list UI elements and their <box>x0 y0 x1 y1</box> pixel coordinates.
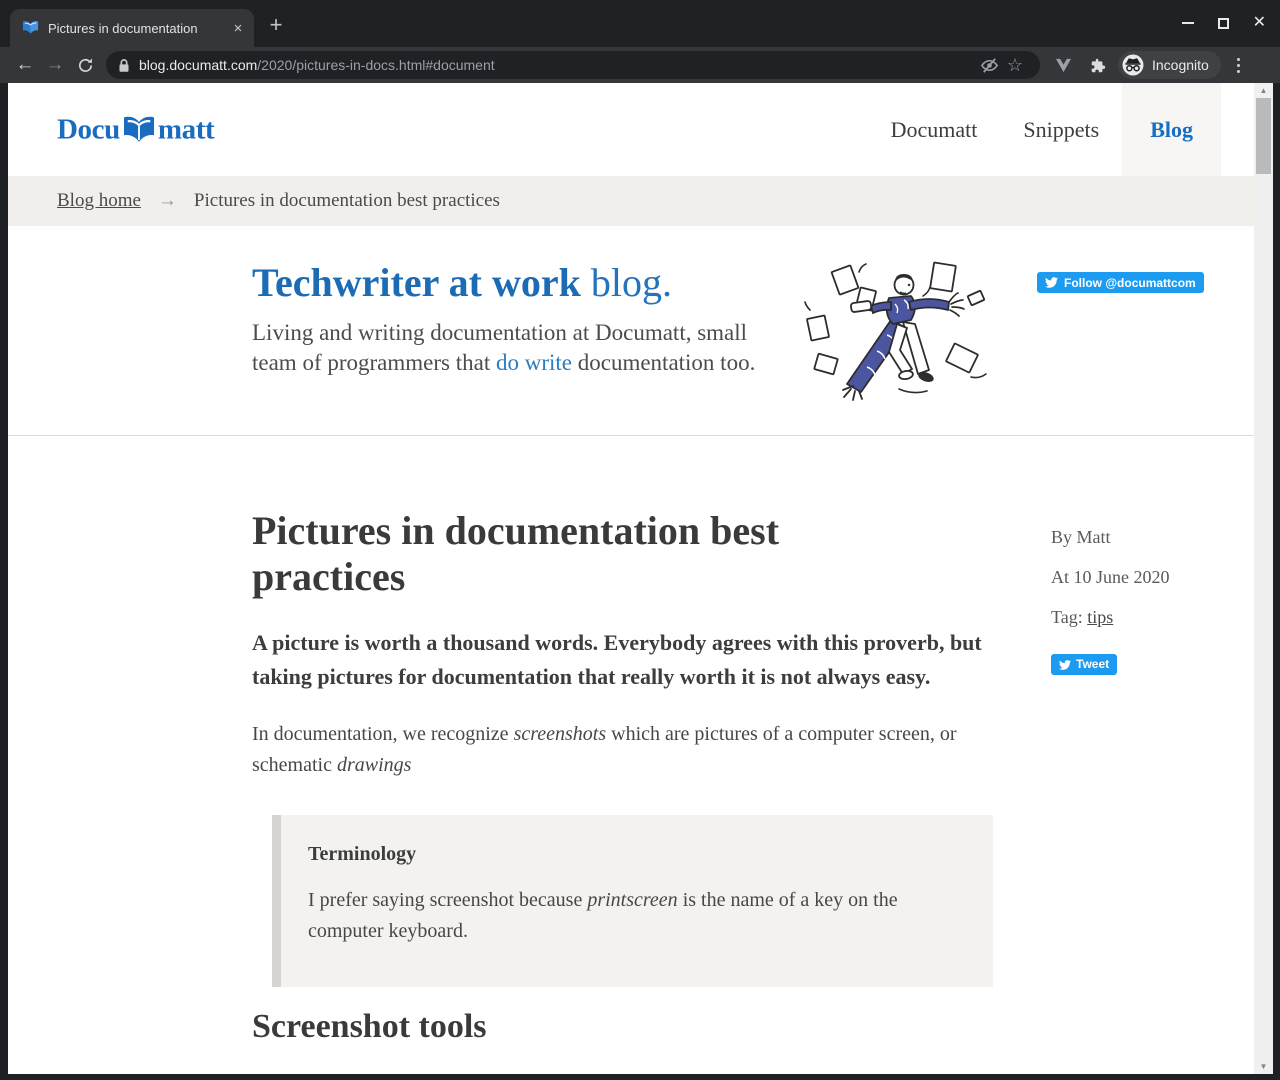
breadcrumb-current: Pictures in documentation best practices <box>194 190 500 212</box>
follow-button-label: Follow @documattcom <box>1064 276 1196 290</box>
twitter-bird-icon <box>1045 276 1058 289</box>
incognito-icon <box>1122 54 1144 76</box>
blog-title-rest: blog. <box>581 260 672 305</box>
url-domain: blog.documatt.com <box>139 57 257 73</box>
eye-off-icon[interactable] <box>976 52 1002 78</box>
tweet-button[interactable]: Tweet <box>1051 654 1117 675</box>
tweet-button-label: Tweet <box>1076 655 1109 674</box>
page-viewport: Docu matt Documatt Snippets Blog <box>8 83 1273 1074</box>
extensions-puzzle-icon[interactable] <box>1084 52 1110 78</box>
new-tab-button[interactable]: + <box>264 13 288 37</box>
post-date: At 10 June 2020 <box>1051 568 1170 587</box>
paragraph-italic: drawings <box>337 754 411 776</box>
browser-titlebar: Pictures in documentation × + ✕ <box>0 0 1280 47</box>
v-extension-icon[interactable] <box>1050 52 1076 78</box>
bookmark-star-icon[interactable]: ☆ <box>1002 52 1028 78</box>
breadcrumb: Blog home → Pictures in documentation be… <box>8 176 1254 226</box>
admonition-text-part: I prefer saying screenshot because <box>308 889 587 911</box>
admonition-text: I prefer saying screenshot because print… <box>308 885 948 947</box>
nav-item-documatt[interactable]: Documatt <box>868 83 1001 176</box>
site-nav: Documatt Snippets Blog <box>868 83 1221 176</box>
url-path: /2020/pictures-in-docs.html#document <box>257 57 494 73</box>
blog-subtitle: Living and writing documentation at Docu… <box>252 318 767 378</box>
post-tag: Tag: tips <box>1051 608 1170 627</box>
admonition-title: Terminology <box>308 843 963 866</box>
logo-text-right: matt <box>158 113 214 146</box>
post-author: By Matt <box>1051 528 1170 547</box>
breadcrumb-home-link[interactable]: Blog home <box>57 190 141 212</box>
article-lead: A picture is worth a thousand words. Eve… <box>252 626 1010 694</box>
tab-close-icon[interactable]: × <box>228 18 248 38</box>
subtitle-link[interactable]: do write <box>496 350 572 375</box>
tag-link-tips[interactable]: tips <box>1087 607 1113 627</box>
article-paragraph: In documentation, we recognize screensho… <box>252 719 976 781</box>
maximize-button[interactable] <box>1218 18 1229 29</box>
documatt-logo[interactable]: Docu matt <box>57 113 214 146</box>
admonition-italic: printscreen <box>587 889 677 911</box>
paragraph-italic: screenshots <box>514 723 607 745</box>
article-title: Pictures in documentation best practices <box>252 508 892 600</box>
logo-text-left: Docu <box>57 113 120 146</box>
open-book-logo-icon <box>120 114 158 146</box>
reload-icon[interactable] <box>70 51 100 79</box>
minimize-button[interactable] <box>1182 22 1194 24</box>
breadcrumb-arrow-icon: → <box>158 190 177 212</box>
tab-title: Pictures in documentation <box>48 21 228 36</box>
paragraph-text: In documentation, we recognize <box>252 723 514 745</box>
blog-title: Techwriter at work blog. <box>252 259 672 306</box>
back-icon[interactable]: ← <box>10 51 40 79</box>
incognito-badge[interactable]: Incognito <box>1118 51 1221 79</box>
post-meta: By Matt At 10 June 2020 Tag: tips Tweet <box>1051 528 1170 675</box>
blog-hero: Techwriter at work blog. Living and writ… <box>8 226 1254 436</box>
favicon-book-icon <box>22 20 39 36</box>
menu-dots-icon[interactable] <box>1229 52 1249 78</box>
terminology-admonition: Terminology I prefer saying screenshot b… <box>272 815 993 987</box>
url-bar[interactable]: blog.documatt.com/2020/pictures-in-docs.… <box>106 51 1040 79</box>
browser-toolbar: ← → blog.documatt.com/2020/pictures-in-d… <box>0 47 1280 83</box>
tag-label: Tag: <box>1051 607 1087 627</box>
subtitle-text-after: documentation too. <box>572 350 755 375</box>
forward-icon[interactable]: → <box>40 51 70 79</box>
page-scrollbar[interactable]: ▲ ▼ <box>1254 83 1273 1074</box>
scroll-up-icon[interactable]: ▲ <box>1254 84 1273 97</box>
lock-icon <box>118 58 130 73</box>
scroll-down-icon[interactable]: ▼ <box>1254 1060 1273 1073</box>
browser-tab[interactable]: Pictures in documentation × <box>10 9 254 47</box>
blog-title-strong: Techwriter at work <box>252 260 581 305</box>
scrollbar-thumb[interactable] <box>1256 98 1271 174</box>
juggling-writer-illustration <box>803 258 998 408</box>
site-header: Docu matt Documatt Snippets Blog <box>8 83 1254 176</box>
url-text: blog.documatt.com/2020/pictures-in-docs.… <box>139 57 495 73</box>
close-window-button[interactable]: ✕ <box>1253 15 1266 31</box>
section-heading: Screenshot tools <box>252 1008 1254 1046</box>
article: Pictures in documentation best practices… <box>8 436 1254 1074</box>
twitter-bird-icon <box>1059 659 1071 671</box>
nav-item-blog[interactable]: Blog <box>1122 83 1221 176</box>
twitter-follow-button[interactable]: Follow @documattcom <box>1037 272 1204 293</box>
nav-item-snippets[interactable]: Snippets <box>1000 83 1122 176</box>
incognito-label: Incognito <box>1152 57 1209 73</box>
